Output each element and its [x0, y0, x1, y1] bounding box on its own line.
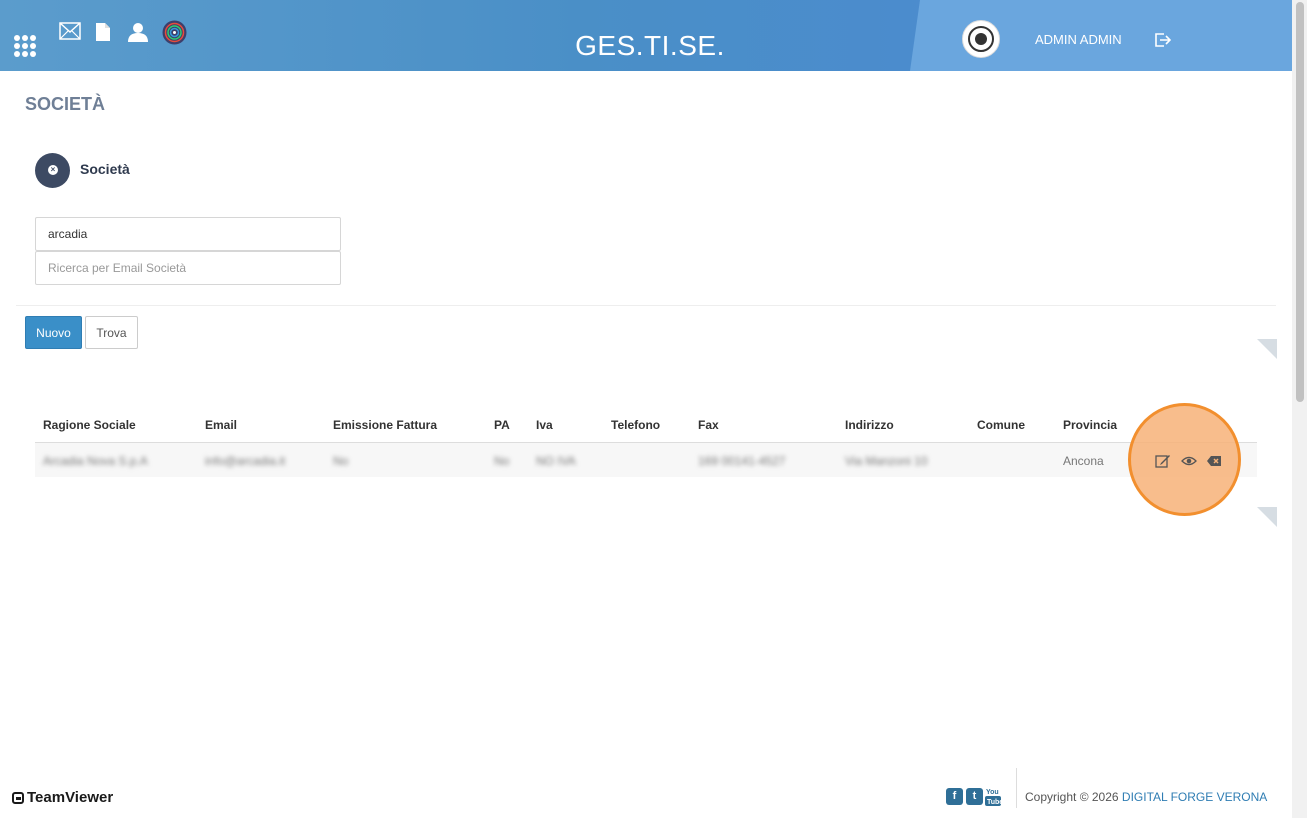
section-label: Società	[80, 161, 130, 177]
fingerprint-icon[interactable]	[162, 20, 187, 45]
username[interactable]: ADMIN ADMIN	[1035, 32, 1122, 47]
avatar[interactable]	[962, 20, 1000, 58]
column-header-iva[interactable]: Iva	[536, 418, 553, 432]
youtube-icon[interactable]: You Tube	[985, 787, 1001, 806]
collapse-section-icon[interactable]: ×	[35, 153, 70, 188]
top-navbar: GES.TI.SE. ADMIN ADMIN	[0, 0, 1292, 71]
divider	[16, 305, 1276, 306]
teamviewer-logo: TeamViewer	[12, 789, 113, 806]
cell-email: info@arcadia.it	[205, 454, 286, 468]
copyright: Copyright © 2026 DIGITAL FORGE VERONA	[1025, 790, 1267, 804]
column-header-indirizzo[interactable]: Indirizzo	[845, 418, 894, 432]
column-header-email[interactable]: Email	[205, 418, 237, 432]
column-header-provincia[interactable]: Provincia	[1063, 418, 1117, 432]
new-button[interactable]: Nuovo	[25, 316, 82, 349]
cell-ragione-sociale: Arcadia Nova S.p.A	[43, 454, 148, 468]
column-header-ragione-sociale[interactable]: Ragione Sociale	[43, 418, 136, 432]
document-icon[interactable]	[95, 22, 111, 42]
svg-text:You: You	[986, 789, 999, 796]
logout-icon[interactable]	[1155, 33, 1171, 47]
twitter-icon[interactable]: t	[966, 788, 983, 805]
mail-icon[interactable]	[59, 22, 81, 40]
edit-icon[interactable]	[1155, 454, 1171, 468]
scrollbar-thumb[interactable]	[1296, 2, 1304, 402]
teamviewer-label: TeamViewer	[27, 789, 114, 806]
find-button[interactable]: Trova	[85, 316, 138, 349]
column-header-comune[interactable]: Comune	[977, 418, 1025, 432]
cell-emissione-fattura: No	[333, 454, 349, 468]
user-icon[interactable]	[128, 22, 148, 42]
column-header-pa[interactable]: PA	[494, 418, 510, 432]
cell-indirizzo: Via Manzoni 10	[845, 454, 928, 468]
column-header-emissione-fattura[interactable]: Emissione Fattura	[333, 418, 437, 432]
column-header-telefono[interactable]: Telefono	[611, 418, 660, 432]
email-search-input[interactable]	[35, 251, 341, 285]
company-link[interactable]: DIGITAL FORGE VERONA	[1122, 790, 1267, 804]
company-name-search-input[interactable]	[35, 217, 341, 251]
copyright-text: Copyright © 2026	[1025, 790, 1119, 804]
column-header-fax[interactable]: Fax	[698, 418, 719, 432]
teamviewer-icon	[12, 791, 24, 804]
table-header: Ragione Sociale Email Emissione Fattura …	[35, 408, 1257, 444]
cell-iva: NO IVA	[536, 454, 576, 468]
facebook-icon[interactable]: f	[946, 788, 963, 805]
page-title: SOCIETÀ	[25, 94, 106, 114]
panel-corner-decoration	[1257, 339, 1277, 359]
apps-grid-icon[interactable]	[14, 35, 36, 57]
panel-corner-decoration	[1257, 507, 1277, 527]
app-title: GES.TI.SE.	[575, 30, 725, 61]
cell-fax: 169 00141-4527	[698, 454, 786, 468]
view-icon[interactable]	[1181, 454, 1197, 468]
cell-provincia: Ancona	[1063, 454, 1104, 468]
footer-divider	[1016, 768, 1017, 808]
cell-pa: No	[494, 454, 510, 468]
svg-text:Tube: Tube	[987, 799, 1001, 806]
table-row[interactable]: Arcadia Nova S.p.A info@arcadia.it No No…	[35, 443, 1257, 477]
delete-icon[interactable]	[1206, 454, 1222, 468]
